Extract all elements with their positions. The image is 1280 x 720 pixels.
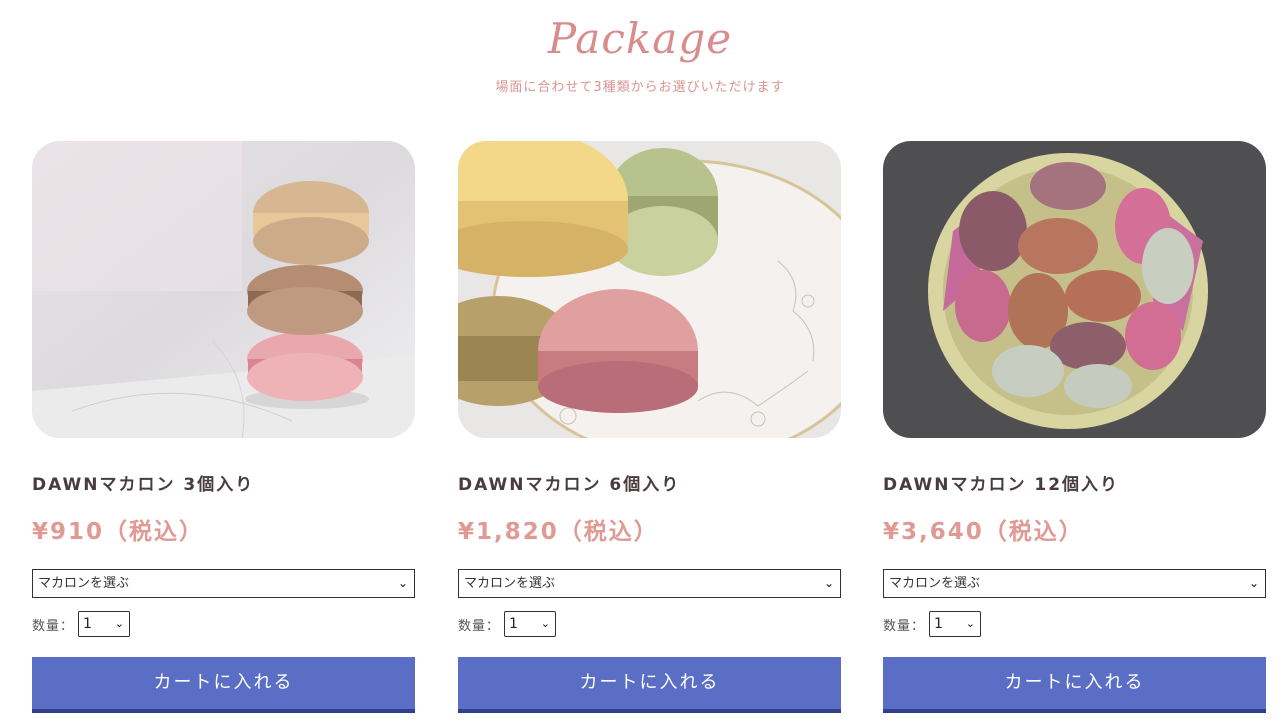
section-subtitle: 場面に合わせて3種類からお選びいただけます bbox=[495, 80, 785, 95]
flavor-select[interactable]: マカロンを選ぶ ⌄ bbox=[32, 569, 415, 598]
product-price: ¥910（税込） bbox=[32, 519, 205, 545]
chevron-down-icon: ⌄ bbox=[1248, 576, 1259, 590]
chevron-down-icon: ⌄ bbox=[114, 617, 125, 630]
chevron-down-icon: ⌄ bbox=[965, 617, 976, 630]
product-image-6-macarons[interactable] bbox=[458, 141, 841, 438]
quantity-row: 数量： 1 ⌄ bbox=[32, 611, 131, 637]
flavor-select[interactable]: マカロンを選ぶ ⌄ bbox=[883, 569, 1266, 598]
add-to-cart-button[interactable]: カートに入れる bbox=[32, 657, 415, 713]
product-name: DAWNマカロン 6個入り bbox=[458, 475, 681, 495]
quantity-label: 数量： bbox=[32, 618, 75, 634]
product-name: DAWNマカロン 3個入り bbox=[32, 475, 255, 495]
quantity-select[interactable]: 1 ⌄ bbox=[929, 611, 982, 637]
flavor-select-value: マカロンを選ぶ bbox=[38, 576, 130, 591]
flavor-select-value: マカロンを選ぶ bbox=[464, 576, 556, 591]
chevron-down-icon: ⌄ bbox=[823, 576, 834, 590]
quantity-label: 数量： bbox=[883, 618, 926, 634]
chevron-down-icon: ⌄ bbox=[540, 617, 551, 630]
product-image-3-macarons[interactable] bbox=[32, 141, 415, 438]
flavor-select[interactable]: マカロンを選ぶ ⌄ bbox=[458, 569, 841, 598]
product-image-12-macarons[interactable] bbox=[883, 141, 1266, 438]
quantity-value: 1 bbox=[83, 616, 92, 632]
product-card: DAWNマカロン 6個入り ¥1,820（税込） マカロンを選ぶ ⌄ 数量： 1… bbox=[458, 141, 841, 713]
quantity-value: 1 bbox=[934, 616, 943, 632]
quantity-row: 数量： 1 ⌄ bbox=[883, 611, 982, 637]
product-name: DAWNマカロン 12個入り bbox=[883, 475, 1120, 495]
product-card: DAWNマカロン 3個入り ¥910（税込） マカロンを選ぶ ⌄ 数量： 1 ⌄… bbox=[32, 141, 415, 713]
section-title: Package bbox=[547, 14, 733, 63]
quantity-value: 1 bbox=[509, 616, 518, 632]
quantity-label: 数量： bbox=[458, 618, 501, 634]
product-card: DAWNマカロン 12個入り ¥3,640（税込） マカロンを選ぶ ⌄ 数量： … bbox=[883, 141, 1266, 713]
add-to-cart-button[interactable]: カートに入れる bbox=[458, 657, 841, 713]
quantity-select[interactable]: 1 ⌄ bbox=[504, 611, 557, 637]
add-to-cart-button[interactable]: カートに入れる bbox=[883, 657, 1266, 713]
chevron-down-icon: ⌄ bbox=[397, 576, 408, 590]
flavor-select-value: マカロンを選ぶ bbox=[889, 576, 981, 591]
quantity-select[interactable]: 1 ⌄ bbox=[78, 611, 131, 637]
product-price: ¥1,820（税込） bbox=[458, 519, 659, 545]
quantity-row: 数量： 1 ⌄ bbox=[458, 611, 557, 637]
product-price: ¥3,640（税込） bbox=[883, 519, 1084, 545]
